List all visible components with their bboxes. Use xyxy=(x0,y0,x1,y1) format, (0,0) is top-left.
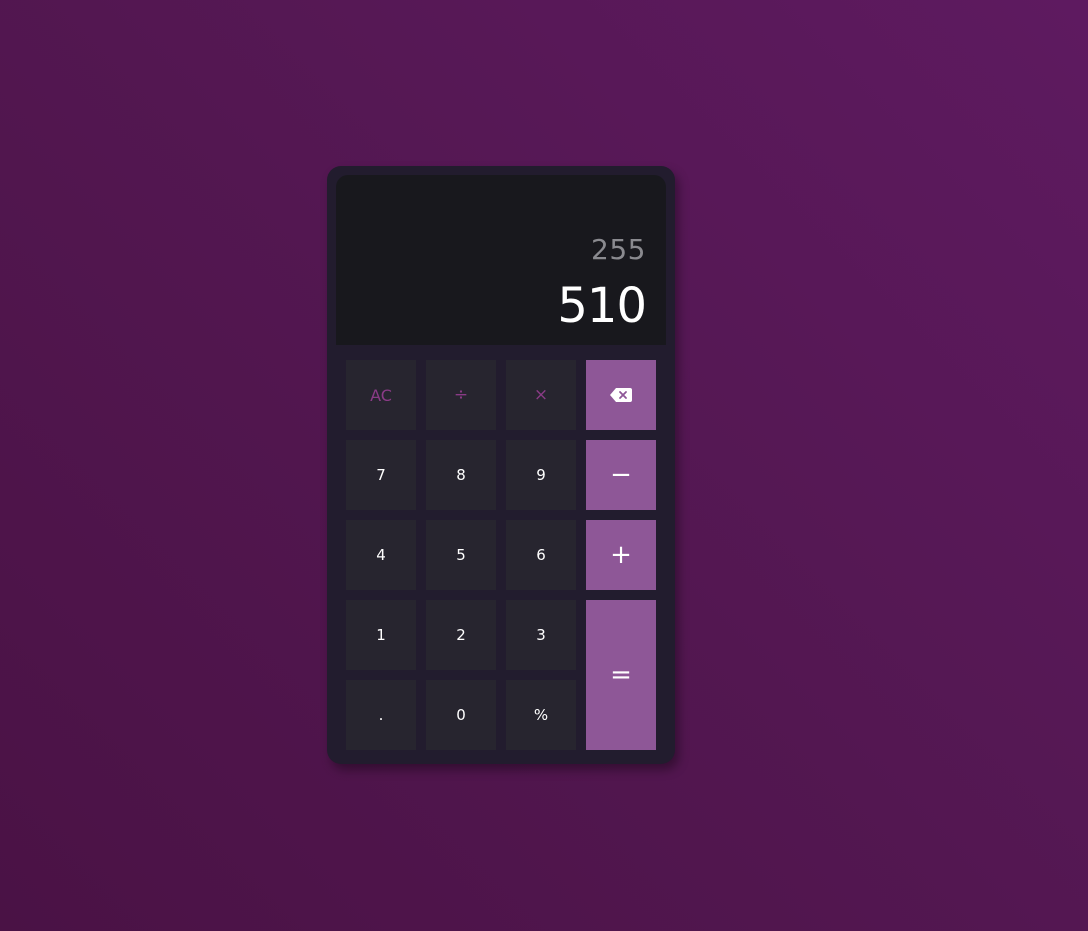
backspace-button[interactable] xyxy=(586,360,656,430)
clear-button[interactable]: AC xyxy=(346,360,416,430)
current-value: 510 xyxy=(557,278,647,334)
multiply-button[interactable]: × xyxy=(506,360,576,430)
calculator-display: 255 510 xyxy=(336,175,666,345)
key-7[interactable]: 7 xyxy=(346,440,416,510)
key-5[interactable]: 5 xyxy=(426,520,496,590)
key-0[interactable]: 0 xyxy=(426,680,496,750)
equals-button[interactable]: = xyxy=(586,600,656,750)
key-2[interactable]: 2 xyxy=(426,600,496,670)
minus-button[interactable]: − xyxy=(586,440,656,510)
key-1[interactable]: 1 xyxy=(346,600,416,670)
key-6[interactable]: 6 xyxy=(506,520,576,590)
percent-button[interactable]: % xyxy=(506,680,576,750)
key-8[interactable]: 8 xyxy=(426,440,496,510)
plus-button[interactable]: + xyxy=(586,520,656,590)
decimal-button[interactable]: . xyxy=(346,680,416,750)
calculator: 255 510 AC ÷ × 7 8 9 − 4 5 6 + 1 2 3 = .… xyxy=(327,166,675,764)
divide-button[interactable]: ÷ xyxy=(426,360,496,430)
previous-value: 255 xyxy=(591,233,646,266)
key-4[interactable]: 4 xyxy=(346,520,416,590)
key-3[interactable]: 3 xyxy=(506,600,576,670)
backspace-icon xyxy=(610,388,632,402)
key-9[interactable]: 9 xyxy=(506,440,576,510)
